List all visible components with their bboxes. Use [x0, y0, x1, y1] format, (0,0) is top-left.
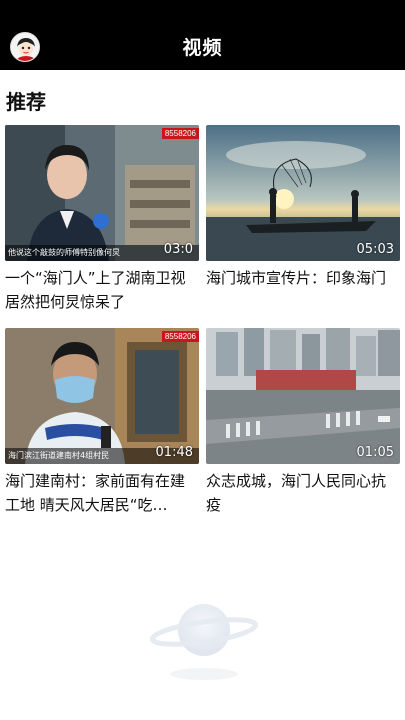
section-title: 推荐 [6, 90, 46, 114]
thumbnail-image-fishermen-sunset [206, 125, 400, 261]
video-duration: 01:48 [155, 445, 193, 460]
video-title[interactable]: 众志成城，海门人民同心抗疫 [206, 469, 400, 517]
channel-badge: 8558206 [161, 128, 199, 139]
channel-badge: 8558206 [161, 331, 199, 342]
planet-logo-icon [145, 596, 263, 686]
video-duration: 05:03 [356, 242, 394, 257]
video-title[interactable]: 海门城市宣传片：印象海门 [206, 266, 400, 314]
video-title[interactable]: 海门建南村：家前面有在建工地 晴天风大居民“吃… [5, 469, 199, 517]
video-card[interactable]: 8558206 他说这个敲鼓的师傅特别像何炅 03:0 一个“海门人”上了湖南卫… [5, 125, 199, 314]
video-card[interactable]: 05:03 海门城市宣传片：印象海门 [206, 125, 400, 314]
page-title: 视频 [182, 37, 223, 59]
video-thumbnail[interactable]: 8558206 他说这个敲鼓的师傅特别像何炅 03:0 [5, 125, 199, 261]
video-thumbnail[interactable]: 8558206 海门滨江街道建南村4组村民 01:48 [5, 328, 199, 464]
video-duration: 01:05 [356, 445, 394, 460]
thumbnail-image-interview-woman [5, 125, 199, 261]
video-thumbnail[interactable]: 01:05 [206, 328, 400, 464]
thumbnail-image-city-intersection [206, 328, 400, 464]
thumbnail-image-masked-man [5, 328, 199, 464]
header-bar: 视频 [0, 0, 405, 70]
video-card[interactable]: 8558206 海门滨江街道建南村4组村民 01:48 海门建南村：家前面有在建… [5, 328, 199, 517]
video-card[interactable]: 01:05 众志成城，海门人民同心抗疫 [206, 328, 400, 517]
video-title[interactable]: 一个“海门人”上了湖南卫视 居然把何炅惊呆了 [5, 266, 199, 314]
video-duration: 03:0 [163, 242, 193, 257]
video-thumbnail[interactable]: 05:03 [206, 125, 400, 261]
